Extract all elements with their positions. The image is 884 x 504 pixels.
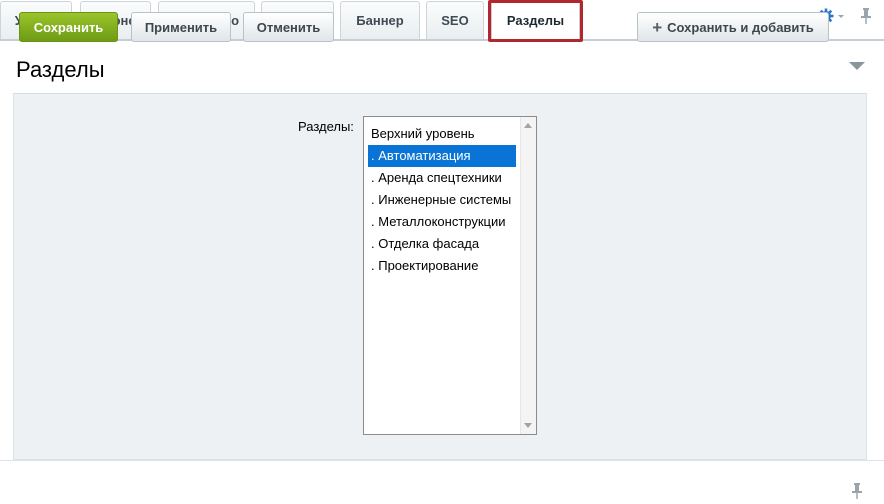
option-inzhenernye-sistemy[interactable]: . Инженерные системы — [368, 189, 516, 211]
scroll-down-arrow-icon[interactable] — [524, 423, 532, 428]
chevron-down-icon — [838, 15, 844, 18]
section-title: Разделы — [16, 57, 105, 82]
option-arenda-spectehniki[interactable]: . Аренда спецтехники — [368, 167, 516, 189]
cancel-button[interactable]: Отменить — [243, 12, 334, 42]
tab-seo[interactable]: SEO — [426, 1, 484, 39]
pin-icon[interactable] — [859, 6, 873, 26]
section-header: Разделы — [0, 43, 884, 93]
option-top-level[interactable]: Верхний уровень — [368, 123, 516, 145]
pin-icon[interactable] — [850, 481, 864, 501]
option-proektirovanie[interactable]: . Проектирование — [368, 255, 516, 277]
option-otdelka-fasada[interactable]: . Отделка фасада — [368, 233, 516, 255]
save-and-add-button[interactable]: + Сохранить и добавить — [637, 12, 829, 42]
tab-razdely[interactable]: Разделы — [491, 0, 580, 40]
footer-bar — [0, 460, 884, 504]
save-button[interactable]: Сохранить — [19, 12, 118, 42]
collapse-arrow-icon[interactable] — [849, 62, 865, 70]
sections-options: Верхний уровень . Автоматизация . Аренда… — [368, 123, 516, 277]
plus-icon: + — [652, 17, 663, 37]
sections-field-label: Разделы: — [298, 119, 354, 134]
scroll-up-arrow-icon[interactable] — [524, 123, 532, 128]
listbox-scrollbar[interactable] — [520, 117, 536, 434]
sections-listbox[interactable]: Верхний уровень . Автоматизация . Аренда… — [363, 116, 537, 435]
option-avtomatizaciya[interactable]: . Автоматизация — [368, 145, 516, 167]
option-metallokonstrukcii[interactable]: . Металлоконструкции — [368, 211, 516, 233]
apply-button[interactable]: Применить — [131, 12, 231, 42]
save-and-add-label: Сохранить и добавить — [667, 19, 814, 35]
tab-banner[interactable]: Баннер — [340, 1, 420, 39]
